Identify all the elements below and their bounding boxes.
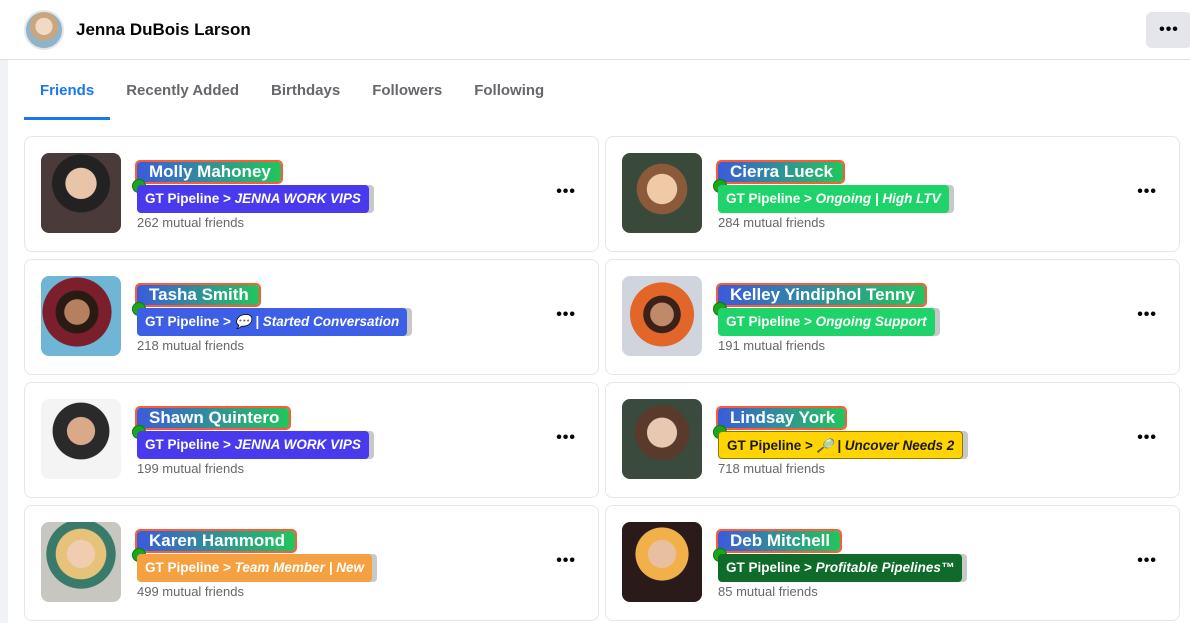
pipeline-stage: 💬 | Started Conversation (234, 314, 400, 329)
pipeline-tag[interactable]: GT Pipeline > Profitable Pipelines™ (718, 554, 963, 582)
friend-card: Molly Mahoney GT Pipeline > JENNA WORK V… (24, 136, 599, 252)
pipeline-tag[interactable]: GT Pipeline > JENNA WORK VIPS (137, 431, 369, 459)
top-bar: Jenna DuBois Larson ••• (0, 0, 1190, 60)
more-horizontal-icon: ••• (1159, 21, 1179, 38)
pipeline-tag[interactable]: GT Pipeline > 🔎 | Uncover Needs 2 (718, 431, 964, 459)
mutual-friends-count[interactable]: 218 mutual friends (137, 338, 244, 353)
friend-name-link[interactable]: Deb Mitchell (715, 529, 843, 553)
friend-card: Deb Mitchell GT Pipeline > Profitable Pi… (605, 505, 1180, 621)
pipeline-stage: Profitable Pipelines™ (815, 560, 955, 575)
pipeline-prefix: GT Pipeline > (145, 191, 235, 206)
friend-name: Lindsay York (730, 408, 836, 427)
friend-photo[interactable] (622, 153, 702, 233)
friend-photo[interactable] (622, 522, 702, 602)
friend-name: Karen Hammond (149, 531, 286, 550)
friend-name-link[interactable]: Cierra Lueck (716, 160, 845, 184)
pipeline-prefix: GT Pipeline > (727, 438, 817, 453)
mutual-friends-count[interactable]: 284 mutual friends (718, 215, 825, 230)
pipeline-prefix: GT Pipeline > (726, 560, 816, 575)
friend-name: Kelley Yindiphol Tenny (730, 285, 915, 304)
friend-name-link[interactable]: Molly Mahoney (135, 160, 283, 184)
mutual-friends-count[interactable]: 499 mutual friends (137, 584, 244, 599)
friend-name-link[interactable]: Tasha Smith (135, 283, 261, 307)
pipeline-tag[interactable]: GT Pipeline > Team Member | New (137, 554, 372, 582)
friend-photo[interactable] (41, 522, 121, 602)
pipeline-stage: 🔎 | Uncover Needs 2 (816, 438, 955, 453)
friend-card: Kelley Yindiphol Tenny GT Pipeline > Ong… (605, 259, 1180, 375)
pipeline-prefix: GT Pipeline > (726, 191, 816, 206)
mutual-friends-count[interactable]: 718 mutual friends (718, 461, 825, 476)
friend-card: Cierra Lueck GT Pipeline > Ongoing | Hig… (605, 136, 1180, 252)
tab-following[interactable]: Following (458, 66, 560, 120)
pipeline-prefix: GT Pipeline > (145, 560, 235, 575)
tab-followers[interactable]: Followers (356, 66, 458, 120)
more-options-button[interactable]: ••• (1146, 12, 1190, 48)
friend-name: Cierra Lueck (730, 162, 833, 181)
friend-name-link[interactable]: Shawn Quintero (134, 406, 292, 430)
mutual-friends-count[interactable]: 85 mutual friends (718, 584, 818, 599)
pipeline-prefix: GT Pipeline > (726, 314, 816, 329)
friend-photo[interactable] (41, 399, 121, 479)
tab-recently-added[interactable]: Recently Added (110, 66, 255, 120)
pipeline-stage: JENNA WORK VIPS (234, 191, 361, 206)
tab-birthdays[interactable]: Birthdays (255, 66, 356, 120)
mutual-friends-count[interactable]: 262 mutual friends (137, 215, 244, 230)
friend-name: Shawn Quintero (149, 408, 280, 427)
friend-photo[interactable] (622, 399, 702, 479)
friend-card: Shawn Quintero GT Pipeline > JENNA WORK … (24, 382, 599, 498)
more-horizontal-icon[interactable]: ••• (1137, 429, 1157, 447)
more-horizontal-icon[interactable]: ••• (1137, 306, 1157, 324)
pipeline-stage: Ongoing Support (815, 314, 927, 329)
friend-photo[interactable] (41, 153, 121, 233)
friend-name-link[interactable]: Karen Hammond (134, 529, 298, 553)
friend-card: Karen Hammond GT Pipeline > Team Member … (24, 505, 599, 621)
pipeline-tag[interactable]: GT Pipeline > Ongoing Support (718, 308, 935, 336)
mutual-friends-count[interactable]: 199 mutual friends (137, 461, 244, 476)
more-horizontal-icon[interactable]: ••• (1137, 552, 1157, 570)
more-horizontal-icon[interactable]: ••• (1137, 183, 1157, 201)
friend-name-link[interactable]: Kelley Yindiphol Tenny (716, 283, 927, 307)
mutual-friends-count[interactable]: 191 mutual friends (718, 338, 825, 353)
more-horizontal-icon[interactable]: ••• (556, 552, 576, 570)
pipeline-prefix: GT Pipeline > (145, 437, 235, 452)
friend-name: Tasha Smith (149, 285, 249, 304)
pipeline-prefix: GT Pipeline > (145, 314, 235, 329)
tab-friends[interactable]: Friends (24, 66, 111, 120)
pipeline-tag[interactable]: GT Pipeline > 💬 | Started Conversation (137, 308, 408, 336)
friend-photo[interactable] (41, 276, 121, 356)
profile-name[interactable]: Jenna DuBois Larson (76, 20, 251, 40)
friend-card: Lindsay York GT Pipeline > 🔎 | Uncover N… (605, 382, 1180, 498)
pipeline-tag[interactable]: GT Pipeline > Ongoing | High LTV (718, 185, 949, 213)
friend-photo[interactable] (622, 276, 702, 356)
pipeline-stage: Team Member | New (234, 560, 364, 575)
friend-card: Tasha Smith GT Pipeline > 💬 | Started Co… (24, 259, 599, 375)
pipeline-stage: Ongoing | High LTV (815, 191, 941, 206)
more-horizontal-icon[interactable]: ••• (556, 306, 576, 324)
friend-name: Molly Mahoney (149, 162, 271, 181)
pipeline-stage: JENNA WORK VIPS (234, 437, 361, 452)
tab-bar: Friends Recently Added Birthdays Followe… (24, 66, 560, 120)
friend-name-link[interactable]: Lindsay York (715, 406, 848, 430)
more-horizontal-icon[interactable]: ••• (556, 429, 576, 447)
avatar[interactable] (24, 10, 64, 50)
friend-name: Deb Mitchell (730, 531, 831, 550)
pipeline-tag[interactable]: GT Pipeline > JENNA WORK VIPS (137, 185, 369, 213)
more-horizontal-icon[interactable]: ••• (556, 183, 576, 201)
